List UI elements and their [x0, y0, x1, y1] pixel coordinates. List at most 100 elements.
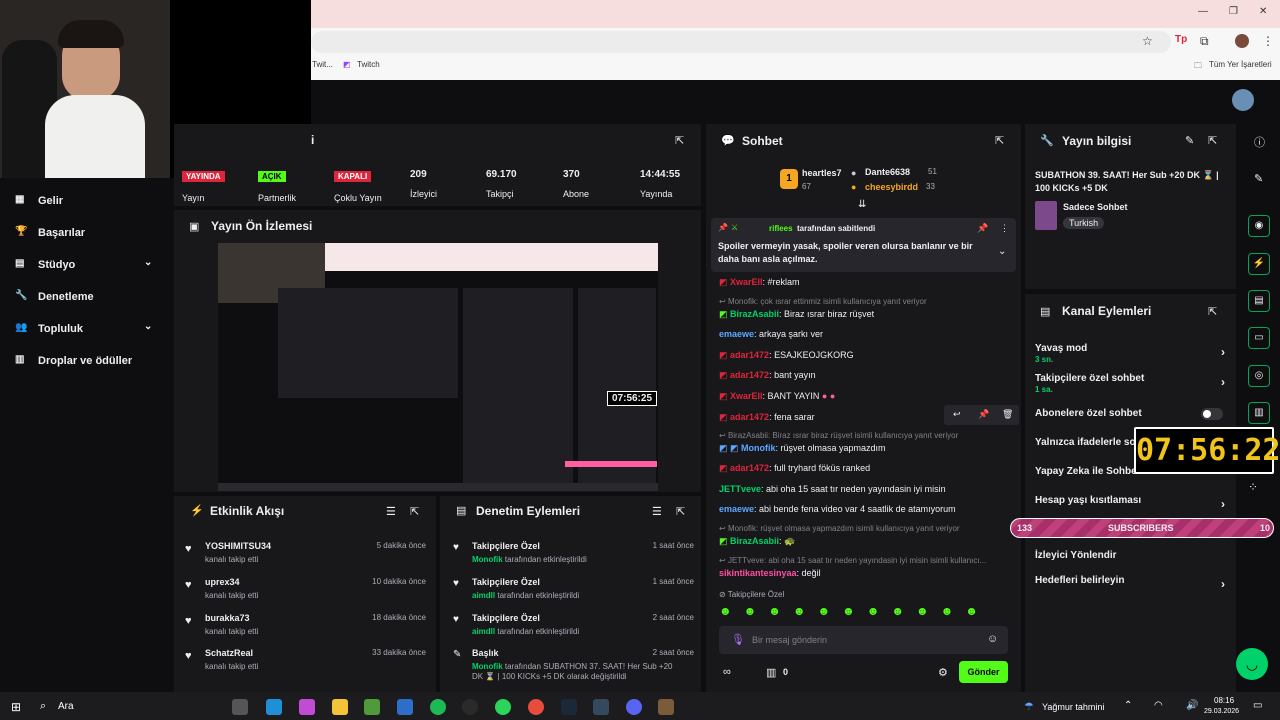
- filter-icon[interactable]: ☰: [652, 505, 662, 518]
- sidebar-item-studyo[interactable]: ▤ Stüdyo ⌄: [0, 253, 170, 277]
- chat-user[interactable]: adar1472: [730, 463, 769, 473]
- reply-icon[interactable]: ↩: [953, 409, 961, 420]
- chat-user[interactable]: JETTveve: [719, 484, 761, 494]
- unpin-icon[interactable]: 📌: [977, 223, 988, 234]
- chrome-icon[interactable]: [528, 699, 544, 715]
- activity-item[interactable]: ♥ burakka73 kanalı takip etti 18 dakika …: [180, 609, 430, 641]
- popout-icon[interactable]: ⇱: [995, 134, 1004, 147]
- bookmark-twitch[interactable]: Twitch: [357, 60, 380, 69]
- popout-icon[interactable]: ⇱: [410, 505, 419, 518]
- kick-icon[interactable]: [495, 699, 511, 715]
- clock-date[interactable]: 29.03.2026: [1204, 708, 1239, 715]
- subs-only-toggle[interactable]: [1201, 408, 1223, 420]
- chat-message[interactable]: ◩ XwarEll: #reklam: [719, 277, 1019, 288]
- chat-message[interactable]: ◩ ◩ Monofik: rüşvet olmasa yapmazdım: [719, 443, 1019, 454]
- rail-broadcast-button[interactable]: ◎: [1248, 365, 1270, 387]
- moderation-item[interactable]: ♥ Takipçilere Özel Monofik tarafından et…: [448, 537, 698, 569]
- chat-message[interactable]: ◩ BirazAsabii: Biraz ısrar biraz rüşvet: [719, 309, 1019, 320]
- emote-bar[interactable]: ☻☻☻☻☻☻☻☻☻☻☻: [719, 604, 1009, 622]
- app-icon[interactable]: [593, 699, 609, 715]
- bookmark-partial[interactable]: Twit...: [312, 60, 333, 69]
- chat-user[interactable]: XwarEll: [730, 277, 763, 287]
- action-followers-only[interactable]: Takipçilere özel sohbet 1 sa. ›: [1035, 373, 1225, 394]
- maximize-icon[interactable]: ❐: [1229, 6, 1238, 17]
- sidebar-item-topluluk[interactable]: 👥 Topluluk ⌄: [0, 317, 170, 341]
- popout-icon[interactable]: ⇱: [676, 505, 685, 518]
- action-slow-mode[interactable]: Yavaş mod 3 sn. ›: [1035, 343, 1225, 364]
- rail-chat-button[interactable]: ▭: [1248, 327, 1270, 349]
- address-bar[interactable]: [311, 31, 1171, 53]
- filter-icon[interactable]: ☰: [386, 505, 396, 518]
- chevron-down-icon[interactable]: ⌄: [998, 246, 1006, 257]
- action-account-age[interactable]: Hesap yaşı kısıtlaması ›: [1035, 495, 1225, 511]
- rail-lightning-button[interactable]: ⚡: [1248, 253, 1270, 275]
- search-icon[interactable]: ⌕: [40, 700, 46, 713]
- minimize-icon[interactable]: —: [1198, 6, 1208, 17]
- support-chat-icon[interactable]: ◡: [1236, 648, 1268, 680]
- gift-icon[interactable]: ▥: [766, 666, 776, 679]
- chat-message[interactable]: ◩ XwarEll: BANT YAYIN ● ●: [719, 391, 1019, 402]
- clock-time[interactable]: 08:16: [1214, 696, 1234, 705]
- weather-text[interactable]: Yağmur tahmini: [1042, 702, 1104, 712]
- mail-icon[interactable]: [397, 699, 413, 715]
- edit-icon[interactable]: ✎: [1185, 134, 1194, 147]
- tray-chevron-icon[interactable]: ⌃: [1124, 700, 1132, 711]
- gear-icon[interactable]: ⚙: [938, 666, 948, 679]
- sidebar-item-basarilar[interactable]: 🏆 Başarılar: [0, 221, 170, 245]
- discord-icon[interactable]: [626, 699, 642, 715]
- delete-icon[interactable]: 🗑: [1002, 409, 1013, 420]
- sidebar-item-droplar[interactable]: ▥ Droplar ve ödüller: [0, 349, 170, 373]
- chat-message[interactable]: emaewe: abi bende fena video var 4 saatl…: [719, 504, 1019, 514]
- activity-item[interactable]: ♥ YOSHIMITSU34 kanalı takip etti 5 dakik…: [180, 537, 430, 569]
- star-icon[interactable]: ☆: [1142, 34, 1153, 48]
- chat-message[interactable]: emaewe: arkaya şarkı ver: [719, 329, 1019, 339]
- leader-second-name[interactable]: Dante6638: [865, 167, 910, 177]
- chat-user[interactable]: emaewe: [719, 504, 754, 514]
- copilot-icon[interactable]: [299, 699, 315, 715]
- activity-item[interactable]: ♥ SchatzReal kanalı takip etti 33 dakika…: [180, 644, 430, 676]
- popout-icon[interactable]: ⇱: [675, 134, 684, 147]
- edit-icon[interactable]: ✎: [1254, 172, 1263, 185]
- edge-icon[interactable]: [266, 699, 282, 715]
- profile-avatar[interactable]: [1235, 34, 1249, 48]
- pin-icon[interactable]: 📌: [978, 409, 989, 420]
- moderation-item[interactable]: ✎ Başlık Monofik tarafından SUBATHON 37.…: [448, 644, 698, 688]
- chat-user[interactable]: BirazAsabii: [730, 309, 779, 319]
- sidebar-item-denetleme[interactable]: 🔧 Denetleme: [0, 285, 170, 309]
- leader-first-name[interactable]: heartles7: [802, 168, 842, 178]
- more-icon[interactable]: ⋮: [1000, 223, 1009, 234]
- chat-message[interactable]: ◩ adar1472: full tryhard föküs ranked: [719, 463, 1019, 474]
- chat-message[interactable]: sikintikantesinyaa: değil: [719, 568, 1019, 578]
- task-view-icon[interactable]: [232, 699, 248, 715]
- chat-user[interactable]: BirazAsabii: [730, 536, 779, 546]
- chat-user[interactable]: adar1472: [730, 370, 769, 380]
- chat-message[interactable]: ◩ adar1472: bant yayın: [719, 370, 1019, 381]
- stream-category[interactable]: Sadece Sohbet: [1063, 202, 1128, 212]
- chat-user[interactable]: Monofik: [741, 443, 776, 453]
- collapse-icon[interactable]: ⇊: [858, 199, 866, 210]
- leader-third-name[interactable]: cheesybirdd: [865, 182, 918, 192]
- chat-user[interactable]: adar1472: [730, 350, 769, 360]
- wifi-icon[interactable]: ◠: [1154, 700, 1163, 711]
- game-icon[interactable]: [658, 699, 674, 715]
- sidebar-item-gelir[interactable]: ▦ Gelir: [0, 189, 170, 213]
- emoji-icon[interactable]: ☺: [987, 633, 998, 645]
- rail-actions-button[interactable]: ▥: [1248, 402, 1270, 424]
- chat-user[interactable]: adar1472: [730, 412, 769, 422]
- chat-user[interactable]: emaewe: [719, 329, 754, 339]
- extension-tp-icon[interactable]: Tp: [1175, 34, 1187, 45]
- action-subs-only[interactable]: Abonelere özel sohbet: [1035, 408, 1225, 420]
- popout-icon[interactable]: ⇱: [1208, 134, 1217, 147]
- rail-doc-button[interactable]: ▤: [1248, 290, 1270, 312]
- windows-start-icon[interactable]: ⊞: [11, 700, 21, 714]
- user-avatar[interactable]: [1232, 89, 1254, 111]
- action-goals[interactable]: Hedefleri belirleyin ›: [1035, 575, 1225, 591]
- volume-icon[interactable]: 🔊: [1186, 700, 1198, 711]
- infinity-icon[interactable]: ∞: [723, 666, 731, 678]
- chat-message[interactable]: ◩ adar1472: ESAJKEOJGKORG: [719, 350, 1019, 361]
- popout-icon[interactable]: ⇱: [1208, 305, 1217, 318]
- obs-icon[interactable]: [462, 699, 478, 715]
- menu-dots-icon[interactable]: ⋮: [1262, 34, 1274, 48]
- rail-camera-button[interactable]: ◉: [1248, 215, 1270, 237]
- steam-icon[interactable]: [561, 699, 577, 715]
